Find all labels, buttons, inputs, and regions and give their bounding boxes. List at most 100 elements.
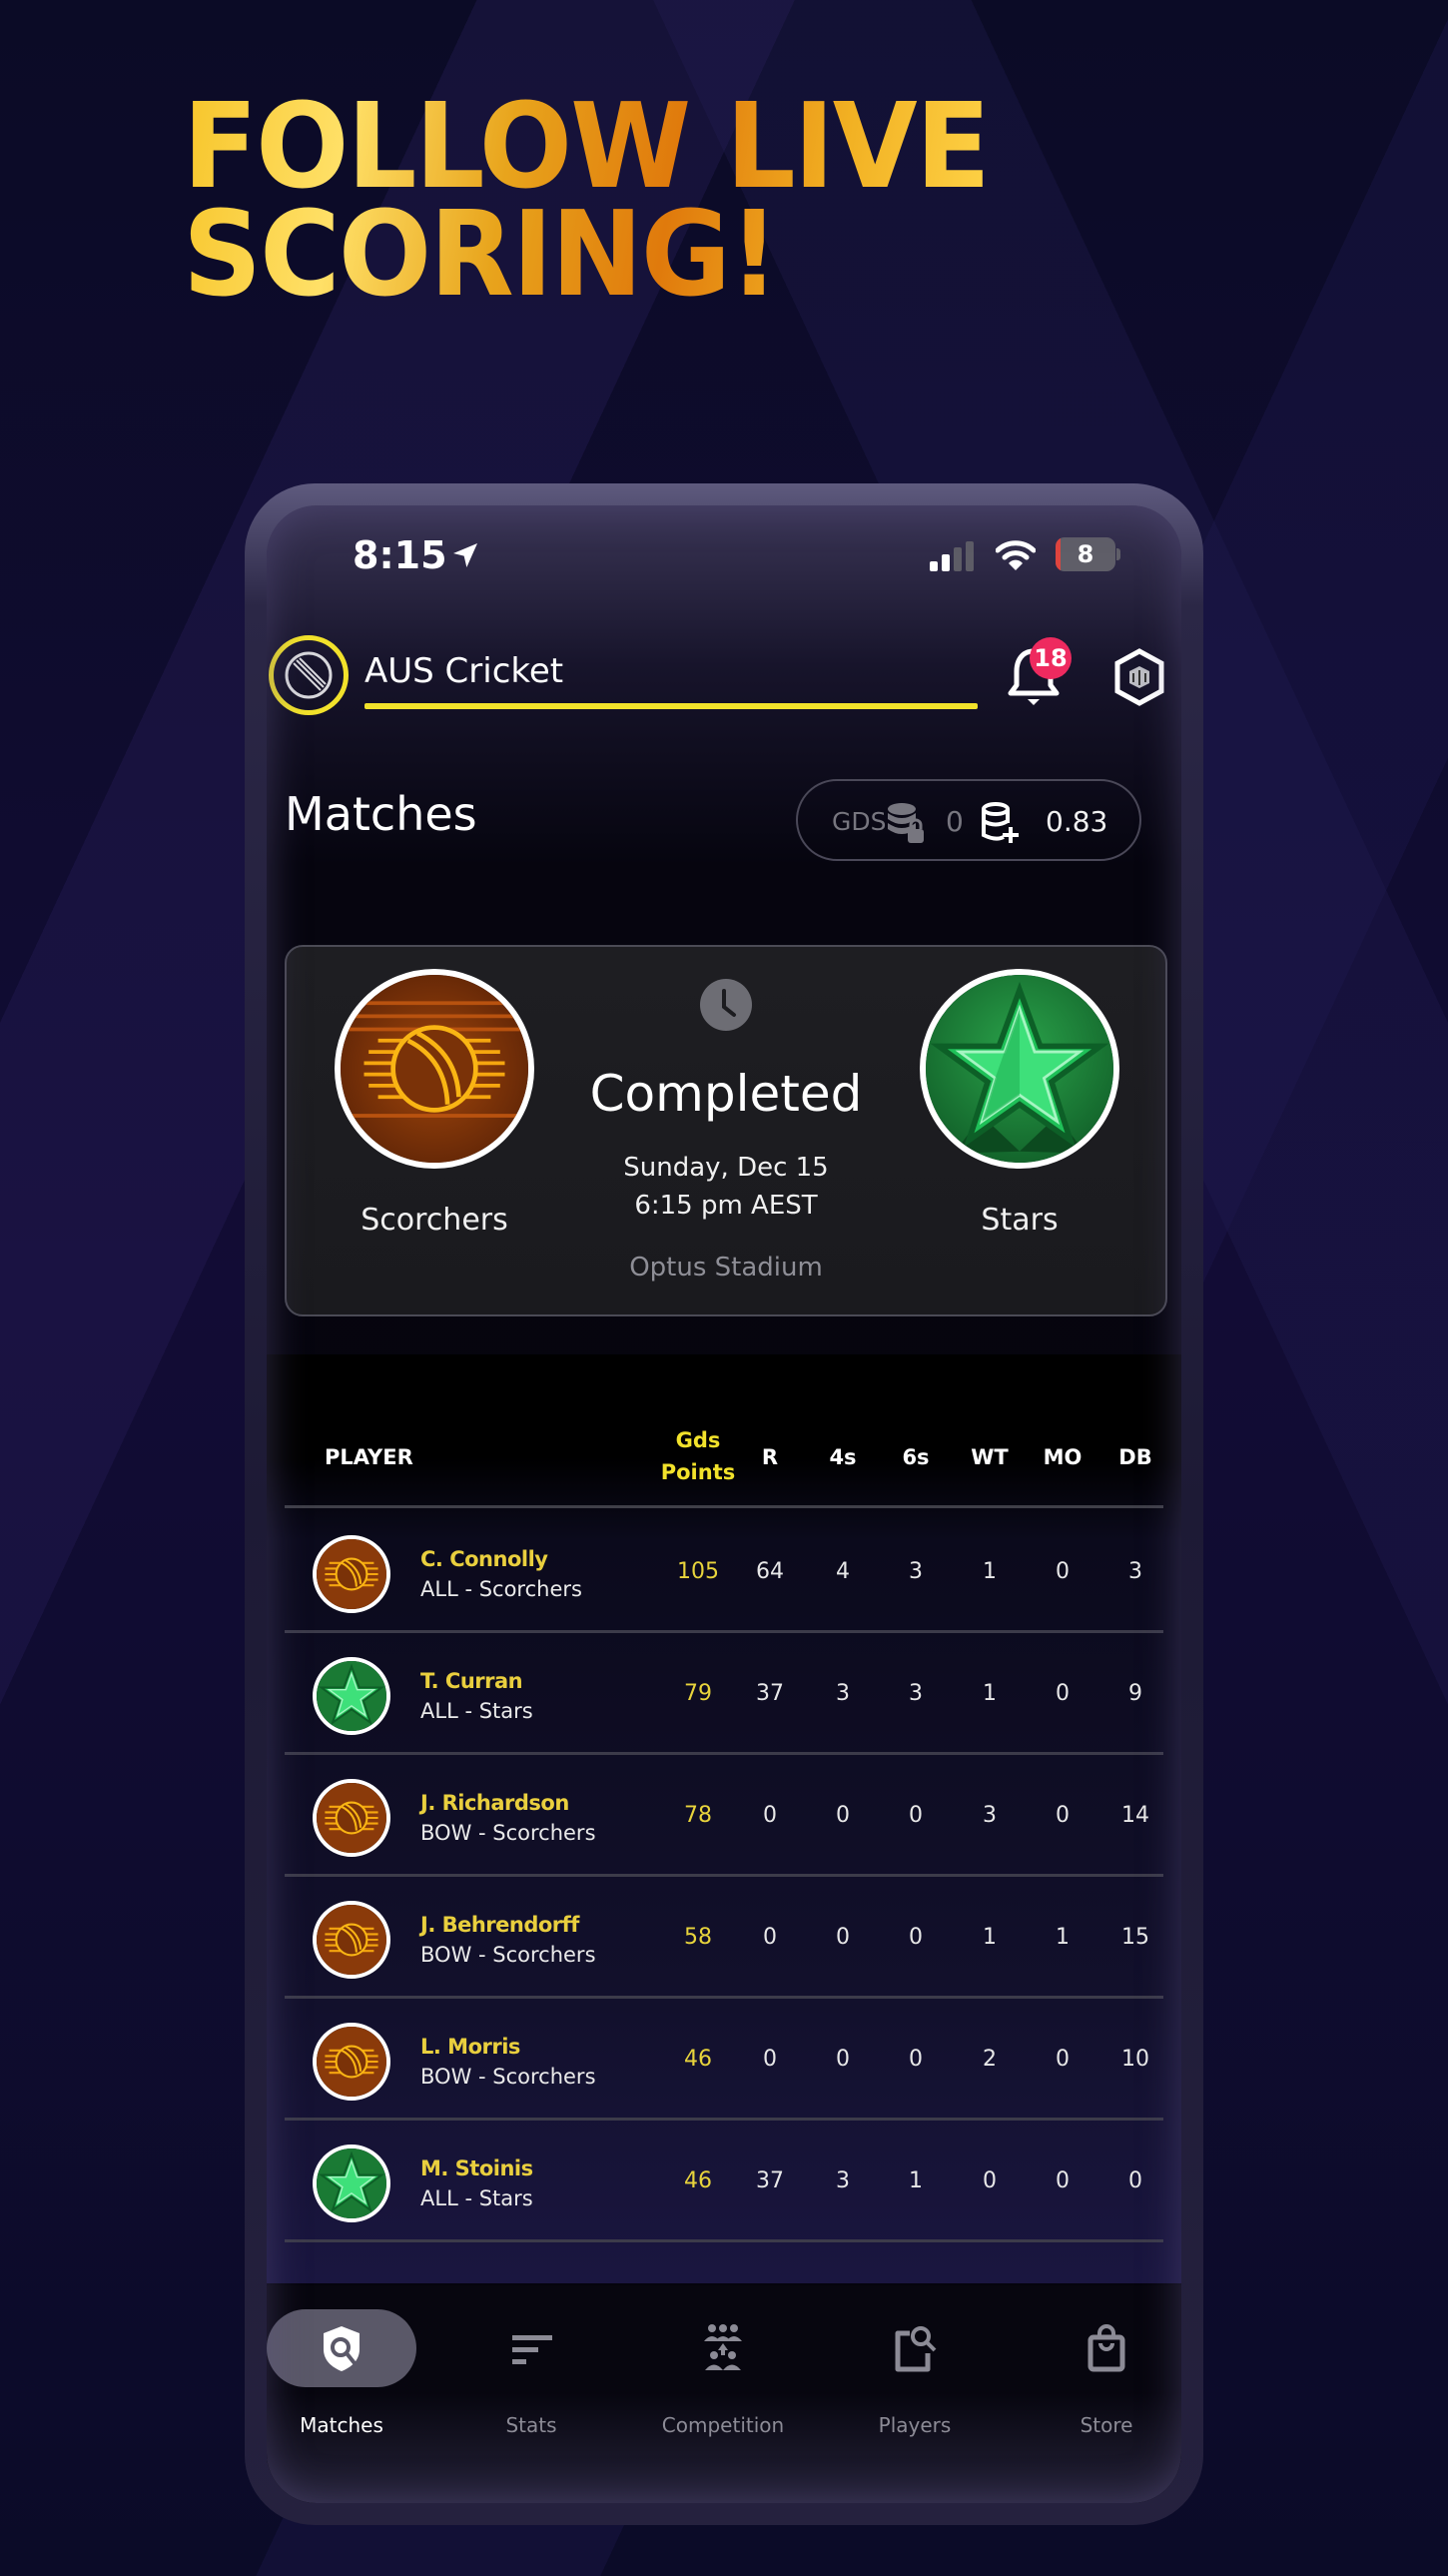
- runs-cell: 0: [763, 2047, 777, 2072]
- player-team-avatar: [313, 1657, 390, 1735]
- wallet-locked-amount: 0: [946, 805, 964, 838]
- runs-cell: 64: [756, 1559, 784, 1584]
- scorchers-logo-icon: [317, 1783, 386, 1853]
- status-time: 8:15: [353, 533, 447, 577]
- player-name[interactable]: J. Behrendorff: [420, 1913, 579, 1937]
- fours-cell: 0: [836, 2047, 850, 2072]
- table-row[interactable]: C. Connolly ALL - Scorchers 105 64 4 3 1 0 3: [285, 1511, 1163, 1633]
- player-name[interactable]: C. Connolly: [420, 1547, 548, 1571]
- scorchers-logo-icon: [341, 975, 528, 1163]
- wickets-cell: 1: [983, 1681, 997, 1706]
- header-player[interactable]: PLAYER: [325, 1445, 413, 1469]
- maidens-cell: 0: [1056, 1681, 1070, 1706]
- gds-points-cell: 46: [684, 2047, 712, 2072]
- bottom-navigation: Matches Stats Competition Players Store: [267, 2285, 1181, 2503]
- runs-cell: 37: [756, 2168, 784, 2193]
- scorchers-logo-icon: [317, 2027, 386, 2097]
- header-runs[interactable]: R: [740, 1445, 800, 1469]
- player-stats-table: PLAYER Gds Points R 4s 6s WT MO DB C. Co…: [267, 1354, 1181, 2283]
- header-maidens[interactable]: MO: [1033, 1445, 1092, 1469]
- promo-headline: FOLLOW LIVE SCORING!: [183, 92, 989, 308]
- sixes-cell: 1: [909, 2168, 923, 2193]
- wallet-currency-label: GDS: [832, 807, 887, 836]
- header-sixes[interactable]: 6s: [886, 1445, 946, 1469]
- phone-frame: 8:15 8 AUS Cricket 18 Matches GDS 0 0.83…: [245, 483, 1203, 2525]
- fours-cell: 4: [836, 1559, 850, 1584]
- dot-balls-cell: 15: [1121, 1925, 1149, 1950]
- player-name[interactable]: L. Morris: [420, 2035, 520, 2059]
- status-bar: 8:15 8: [267, 505, 1181, 595]
- stars-logo-icon: [317, 2148, 386, 2218]
- match-date: Sunday, Dec 15: [623, 1153, 829, 1183]
- wickets-cell: 1: [983, 1559, 997, 1584]
- league-selector[interactable]: AUS Cricket: [364, 651, 563, 691]
- dot-balls-cell: 10: [1121, 2047, 1149, 2072]
- nav-stats[interactable]: Stats: [456, 2309, 606, 2459]
- wickets-cell: 3: [983, 1803, 997, 1828]
- runs-cell: 37: [756, 1681, 784, 1706]
- table-row[interactable]: J. Richardson BOW - Scorchers 78 0 0 0 3 0 14: [285, 1755, 1163, 1877]
- player-role: BOW - Scorchers: [420, 1821, 596, 1845]
- player-role: ALL - Stars: [420, 1699, 533, 1723]
- table-row[interactable]: T. Curran ALL - Stars 79 37 3 3 1 0 9: [285, 1633, 1163, 1755]
- fours-cell: 0: [836, 1925, 850, 1950]
- table-row[interactable]: M. Stoinis ALL - Stars 46 37 3 1 0 0 0: [285, 2121, 1163, 2242]
- shopping-bag-icon: [1087, 2324, 1125, 2372]
- nav-matches[interactable]: Matches: [267, 2309, 416, 2459]
- player-team-avatar: [313, 1535, 390, 1613]
- scorchers-logo-icon: [317, 1905, 386, 1975]
- page-title: Matches: [285, 787, 477, 841]
- battery-level: 8: [1077, 540, 1094, 568]
- player-name[interactable]: J. Richardson: [420, 1791, 569, 1815]
- fours-cell: 3: [836, 2168, 850, 2193]
- shield-search-icon: [324, 2326, 360, 2371]
- stars-logo-icon: [926, 975, 1113, 1163]
- player-team-avatar: [313, 2023, 390, 2101]
- maidens-cell: 0: [1056, 1559, 1070, 1584]
- player-role: BOW - Scorchers: [420, 2065, 596, 2089]
- app-screen: 8:15 8 AUS Cricket 18 Matches GDS 0 0.83…: [267, 505, 1181, 2503]
- maidens-cell: 0: [1056, 2168, 1070, 2193]
- fours-cell: 0: [836, 1803, 850, 1828]
- league-underline: [364, 703, 978, 709]
- runs-cell: 0: [763, 1803, 777, 1828]
- away-team-logo: [920, 969, 1119, 1169]
- wallet-balance-pill[interactable]: GDS 0 0.83: [796, 779, 1141, 861]
- header-wickets[interactable]: WT: [960, 1445, 1020, 1469]
- clock-icon: [700, 979, 752, 1031]
- table-header: PLAYER Gds Points R 4s 6s WT MO DB: [285, 1354, 1163, 1508]
- away-team-name: Stars: [981, 1203, 1059, 1238]
- match-card[interactable]: Scorchers Completed Sunday, Dec 15 6:15 …: [285, 945, 1167, 1316]
- header-fours[interactable]: 4s: [813, 1445, 873, 1469]
- nav-players[interactable]: Players: [840, 2309, 990, 2459]
- header-gds-points[interactable]: Gds Points: [658, 1424, 738, 1488]
- player-team-avatar: [313, 1779, 390, 1857]
- nav-competition[interactable]: Competition: [648, 2309, 798, 2459]
- gds-points-cell: 78: [684, 1803, 712, 1828]
- sixes-cell: 0: [909, 1803, 923, 1828]
- nav-store[interactable]: Store: [1032, 2309, 1181, 2459]
- wickets-cell: 1: [983, 1925, 997, 1950]
- headline-line-2: SCORING!: [183, 185, 778, 323]
- player-name[interactable]: T. Curran: [420, 1669, 523, 1693]
- sixes-cell: 3: [909, 1681, 923, 1706]
- player-team-avatar: [313, 1901, 390, 1979]
- player-role: ALL - Stars: [420, 2186, 533, 2210]
- cellular-signal-icon: [930, 541, 974, 571]
- table-row[interactable]: L. Morris BOW - Scorchers 46 0 0 0 2 0 10: [285, 1999, 1163, 2121]
- stats-bars-icon: [512, 2335, 552, 2364]
- maidens-cell: 1: [1056, 1925, 1070, 1950]
- player-search-icon: [895, 2326, 937, 2372]
- table-row[interactable]: J. Behrendorff BOW - Scorchers 58 0 0 0 1 1 15: [285, 1877, 1163, 1999]
- player-name[interactable]: M. Stoinis: [420, 2156, 533, 2180]
- match-time: 6:15 pm AEST: [634, 1191, 818, 1221]
- brand-hexagon-icon[interactable]: [1111, 647, 1167, 707]
- dot-balls-cell: 3: [1128, 1559, 1142, 1584]
- wallet-available-amount: 0.83: [1046, 805, 1108, 838]
- league-logo[interactable]: [269, 635, 349, 715]
- scorchers-logo-icon: [317, 1539, 386, 1609]
- competition-group-icon: [704, 2324, 742, 2370]
- runs-cell: 0: [763, 1925, 777, 1950]
- notification-badge: 18: [1030, 637, 1072, 679]
- header-dot-balls[interactable]: DB: [1105, 1445, 1165, 1469]
